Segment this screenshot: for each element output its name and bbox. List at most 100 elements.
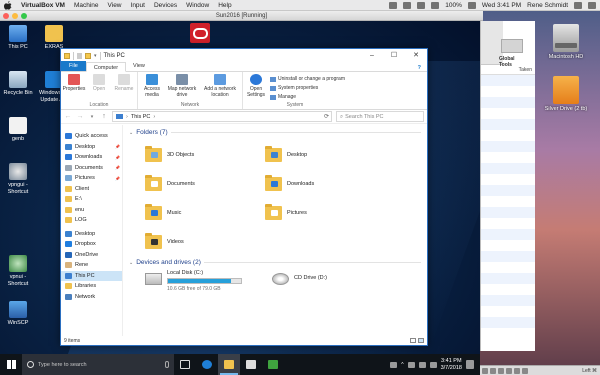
nav-item[interactable]: Desktop (61, 229, 122, 240)
bluetooth-icon[interactable] (403, 1, 412, 9)
manage-link[interactable]: Manage (270, 94, 345, 100)
notification-center-icon[interactable] (588, 1, 596, 9)
menu-app-name[interactable]: VirtualBox VM (21, 2, 65, 9)
nav-item[interactable]: enu (61, 205, 122, 216)
mac-clock[interactable]: Wed 3:41 PM (482, 2, 521, 9)
folder-item[interactable]: 3D Objects (145, 140, 265, 169)
menu-devices[interactable]: Devices (154, 2, 177, 9)
desktop-icon-winscp[interactable]: WinSCP (0, 301, 36, 327)
tab-computer[interactable]: Computer (85, 62, 127, 72)
folder-item[interactable]: Desktop (265, 140, 385, 169)
nav-item[interactable]: Libraries (61, 281, 122, 292)
dropbox-status-icon[interactable] (389, 1, 398, 9)
speaker-icon[interactable] (418, 361, 426, 368)
folder-item[interactable]: Downloads (265, 169, 385, 198)
tab-view[interactable]: View (126, 61, 152, 71)
zoom-window-button[interactable] (21, 13, 27, 19)
nav-item[interactable]: Pictures 📌 (61, 173, 122, 184)
desktop-icon-this-pc[interactable]: This PC (0, 25, 36, 51)
uninstall-program-link[interactable]: Uninstall or change a program (270, 76, 345, 82)
address-bar[interactable]: › This PC › ⟳ (112, 111, 332, 122)
toolbox-icon[interactable] (501, 39, 523, 53)
menu-window[interactable]: Window (186, 2, 209, 9)
forward-arrow-icon[interactable]: → (76, 113, 84, 120)
access-media-button[interactable]: Access media (140, 74, 164, 102)
usb-status-icon[interactable] (498, 367, 504, 374)
nav-item[interactable]: Downloads 📌 (61, 152, 122, 163)
store-button[interactable] (240, 354, 262, 375)
menu-view[interactable]: View (108, 2, 122, 9)
nav-item[interactable]: E:\ (61, 194, 122, 205)
open-button[interactable]: Open (88, 74, 110, 102)
taskbar-clock[interactable]: 3:41 PM 3/7/2018 (441, 358, 462, 371)
nav-item[interactable]: LOG (61, 215, 122, 226)
collapse-chevron-icon[interactable]: ⌄ (129, 130, 133, 136)
close-icon[interactable]: ✕ (405, 49, 427, 62)
folder-item[interactable]: Pictures (265, 198, 385, 227)
network-status-icon[interactable] (522, 367, 528, 374)
open-settings-button[interactable]: Open Settings (245, 74, 267, 102)
spotlight-icon[interactable] (574, 1, 582, 9)
display-status-icon[interactable] (514, 367, 520, 374)
edge-button[interactable] (196, 354, 218, 375)
nav-item[interactable]: Client (61, 184, 122, 195)
network-icon[interactable] (407, 361, 415, 368)
map-network-drive-button[interactable]: Map network drive (167, 74, 197, 102)
folders-section-header[interactable]: ⌄ Folders (7) (129, 129, 421, 136)
menu-help[interactable]: Help (218, 2, 231, 9)
up-arrow-icon[interactable]: ↑ (100, 113, 108, 120)
tab-file[interactable]: File (61, 61, 86, 71)
refresh-icon[interactable]: ⟳ (324, 113, 331, 120)
shared-folders-icon[interactable] (506, 367, 512, 374)
nav-item[interactable]: Network (61, 292, 122, 303)
nav-item[interactable]: This PC (61, 270, 122, 281)
pin-icon[interactable]: 📌 (115, 165, 120, 170)
details-view-icon[interactable] (410, 338, 416, 343)
quick-access-dropdown-icon[interactable]: ▾ (94, 53, 97, 59)
tiles-view-icon[interactable] (418, 338, 424, 343)
file-explorer-button[interactable] (218, 354, 240, 375)
rename-button[interactable]: Rename (113, 74, 135, 102)
desktop-icon-vpngui[interactable]: vpngui - Shortcut (0, 163, 36, 195)
drives-section-header[interactable]: ⌄ Devices and drives (2) (129, 259, 421, 266)
desktop-icon-genb[interactable]: genb (0, 117, 36, 143)
help-icon[interactable]: ? (412, 65, 427, 71)
properties-quick-icon[interactable] (77, 52, 82, 59)
minimize-window-button[interactable] (12, 13, 18, 19)
nav-item[interactable]: Quick access (61, 131, 122, 142)
task-view-button[interactable] (174, 354, 196, 375)
mac-user[interactable]: Rene Schmidt (527, 2, 568, 9)
taskbar-search[interactable]: Type here to search (22, 354, 174, 375)
properties-button[interactable]: Properties (63, 74, 85, 102)
desktop-icon-recycle-bin[interactable]: Recycle Bin (0, 71, 36, 97)
battery-icon[interactable] (467, 1, 476, 9)
system-properties-link[interactable]: System properties (270, 85, 345, 91)
cd-status-icon[interactable] (490, 367, 496, 374)
oracle-logo-icon[interactable] (190, 23, 210, 43)
desktop-icon-exras[interactable]: EXRAS (36, 25, 72, 51)
folder-item[interactable]: Videos (145, 227, 265, 256)
drive-d[interactable]: CD Drive (D:) (272, 270, 327, 292)
nav-item[interactable]: Desktop 📌 (61, 142, 122, 153)
keyboard-icon[interactable] (429, 361, 437, 368)
people-icon[interactable] (390, 361, 398, 368)
collapse-chevron-icon[interactable]: ⌄ (129, 260, 133, 266)
battery-percent[interactable]: 100% (445, 2, 462, 9)
minimize-icon[interactable]: – (361, 49, 383, 62)
start-button[interactable] (0, 354, 22, 375)
pin-icon[interactable]: 📌 (115, 176, 120, 181)
nav-item[interactable]: Rene (61, 260, 122, 271)
wifi-icon[interactable] (417, 1, 426, 9)
pin-icon[interactable]: 📌 (115, 155, 120, 160)
apple-icon[interactable] (4, 0, 12, 10)
terminal-button[interactable] (262, 354, 284, 375)
back-arrow-icon[interactable]: ← (64, 113, 72, 120)
new-folder-quick-icon[interactable] (85, 52, 91, 59)
nav-item[interactable]: Dropbox (61, 239, 122, 250)
tray-chevron-icon[interactable]: ^ (401, 362, 403, 368)
silver-drive-icon[interactable]: Silver Drive (2 tb) (536, 76, 596, 112)
macintosh-hd-icon[interactable]: Macintosh HD (536, 24, 596, 60)
folder-item[interactable]: Documents (145, 169, 265, 198)
drive-c[interactable]: Local Disk (C:) 10.6 GB free of 79.0 GB (145, 270, 242, 292)
nav-item[interactable]: OneDrive (61, 250, 122, 261)
